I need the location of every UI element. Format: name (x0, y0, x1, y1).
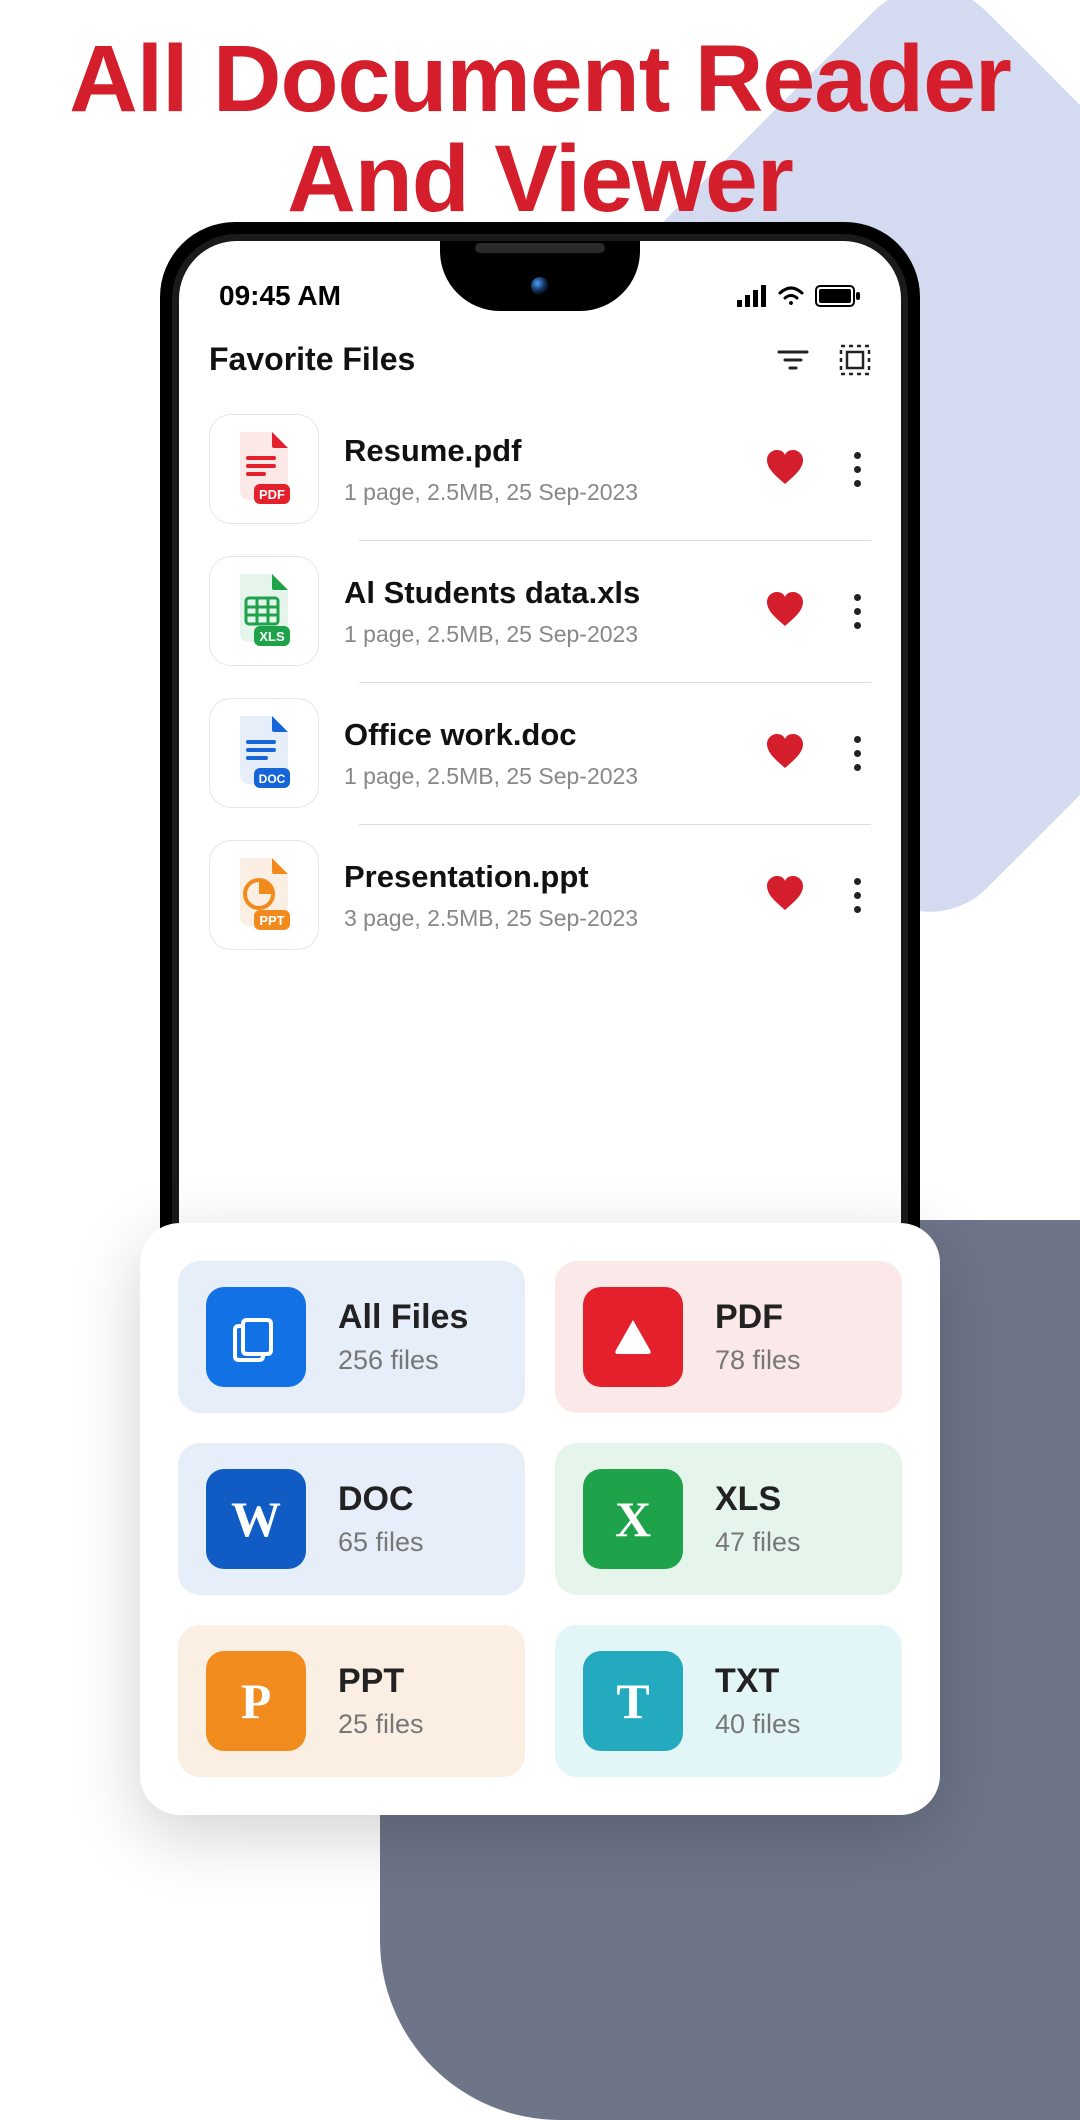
more-options-button[interactable] (844, 726, 871, 781)
file-list: Resume.pdf 1 page, 2.5MB, 25 Sep-2023 (179, 388, 901, 966)
tile-title: TXT (715, 1662, 801, 1701)
file-meta: 1 page, 2.5MB, 25 Sep-2023 (344, 479, 741, 506)
file-item[interactable]: Resume.pdf 1 page, 2.5MB, 25 Sep-2023 (194, 398, 886, 540)
xls-file-icon (209, 556, 319, 666)
battery-icon (815, 285, 861, 307)
pdf-icon (583, 1287, 683, 1387)
pdf-file-icon (209, 414, 319, 524)
favorite-button[interactable] (766, 592, 804, 631)
select-all-icon[interactable] (839, 344, 871, 376)
tile-title: XLS (715, 1480, 801, 1519)
file-meta: 3 page, 2.5MB, 25 Sep-2023 (344, 905, 741, 932)
file-item[interactable]: Office work.doc 1 page, 2.5MB, 25 Sep-20… (194, 682, 886, 824)
tile-count: 47 files (715, 1527, 801, 1558)
tile-title: DOC (338, 1480, 424, 1519)
file-name: Presentation.ppt (344, 859, 741, 895)
file-name: Office work.doc (344, 717, 741, 753)
category-ppt[interactable]: P PPT 25 files (178, 1625, 525, 1777)
page-title: Favorite Files (209, 341, 415, 378)
xls-icon: X (583, 1469, 683, 1569)
tile-count: 256 files (338, 1345, 468, 1376)
favorite-button[interactable] (766, 450, 804, 489)
file-meta: 1 page, 2.5MB, 25 Sep-2023 (344, 763, 741, 790)
category-xls[interactable]: X XLS 47 files (555, 1443, 902, 1595)
tile-title: PDF (715, 1298, 801, 1337)
tile-title: PPT (338, 1662, 424, 1701)
tile-count: 25 files (338, 1709, 424, 1740)
category-txt[interactable]: T TXT 40 files (555, 1625, 902, 1777)
file-item[interactable]: Al Students data.xls 1 page, 2.5MB, 25 S… (194, 540, 886, 682)
ppt-icon: P (206, 1651, 306, 1751)
category-pdf[interactable]: PDF 78 files (555, 1261, 902, 1413)
doc-icon: W (206, 1469, 306, 1569)
ppt-file-icon (209, 840, 319, 950)
wifi-icon (777, 285, 805, 307)
all-files-icon (206, 1287, 306, 1387)
status-time: 09:45 AM (219, 280, 341, 312)
signal-icon (737, 285, 767, 307)
more-options-button[interactable] (844, 868, 871, 923)
tile-count: 40 files (715, 1709, 801, 1740)
category-all-files[interactable]: All Files 256 files (178, 1261, 525, 1413)
file-name: Resume.pdf (344, 433, 741, 469)
tile-title: All Files (338, 1298, 468, 1337)
doc-file-icon (209, 698, 319, 808)
tile-count: 65 files (338, 1527, 424, 1558)
file-name: Al Students data.xls (344, 575, 741, 611)
file-meta: 1 page, 2.5MB, 25 Sep-2023 (344, 621, 741, 648)
filter-icon[interactable] (777, 348, 809, 372)
category-doc[interactable]: W DOC 65 files (178, 1443, 525, 1595)
tile-count: 78 files (715, 1345, 801, 1376)
status-icons (737, 285, 861, 307)
more-options-button[interactable] (844, 442, 871, 497)
txt-icon: T (583, 1651, 683, 1751)
category-grid: All Files 256 files PDF 78 files W DOC 6… (140, 1223, 940, 1815)
file-item[interactable]: Presentation.ppt 3 page, 2.5MB, 25 Sep-2… (194, 824, 886, 966)
promo-title: All Document Reader And Viewer (0, 0, 1080, 230)
favorite-button[interactable] (766, 734, 804, 773)
more-options-button[interactable] (844, 584, 871, 639)
favorite-button[interactable] (766, 876, 804, 915)
